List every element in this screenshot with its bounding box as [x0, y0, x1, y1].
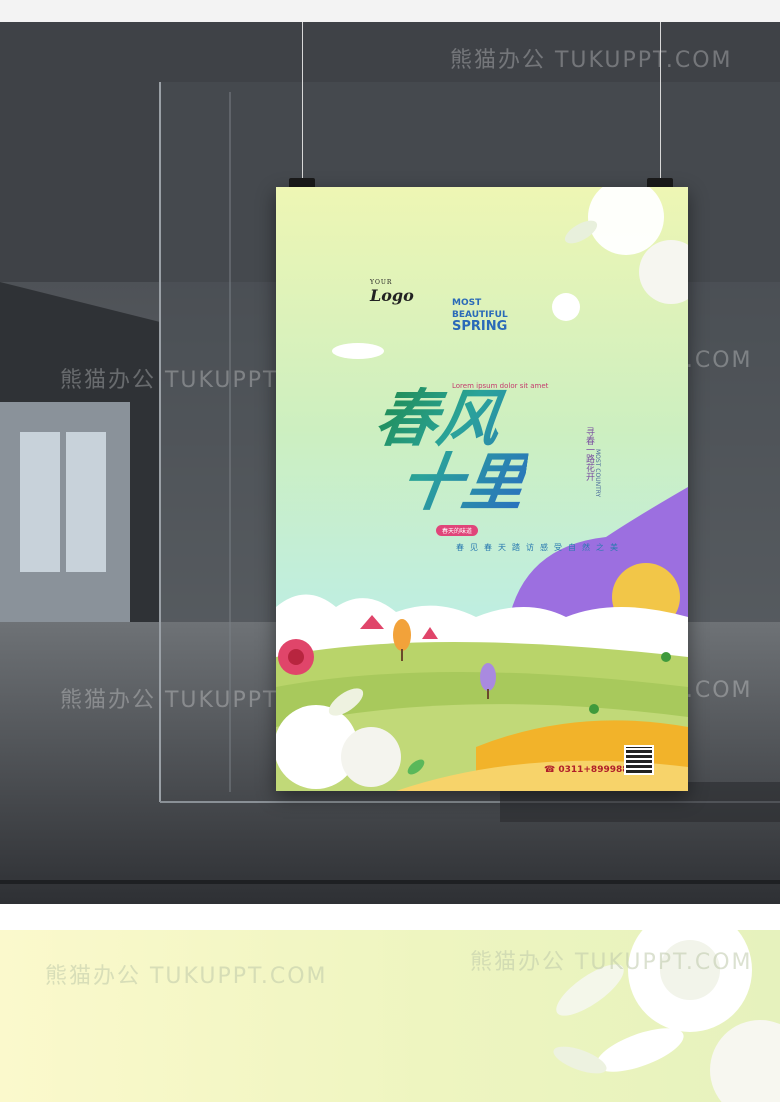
watermark: 熊猫办公 TUKUPPT.COM	[470, 950, 753, 975]
side-vertical-text: 寻春一路花开	[584, 427, 594, 481]
watermark: 熊猫办公 TUKUPPT.COM	[45, 964, 328, 989]
title-row-1: 春风	[370, 382, 505, 455]
section-gap	[0, 904, 780, 930]
hanging-wire-right	[660, 22, 661, 180]
hanging-wire-left	[302, 22, 303, 180]
title-row-2: 十里	[395, 446, 530, 519]
watermark: 熊猫办公 TUKUPPT.COM	[450, 48, 733, 73]
top-margin-strip	[0, 0, 780, 22]
tag-pill: 春天的味道	[436, 525, 479, 536]
english-heading: MOST BEAUTIFUL SPRING	[452, 297, 508, 333]
poster-detail-crop: 熊猫办公 TUKUPPT.COM 熊猫办公 TUKUPPT.COM	[0, 930, 780, 1102]
office-mockup-background: 熊猫办公 TUKUPPT.COM 熊猫办公 TUKUPPT.COM 熊猫办公 T…	[0, 22, 780, 904]
english-line-3: SPRING	[452, 319, 508, 334]
logo-text: Logo	[370, 286, 414, 305]
tagline: 春见春天踏访感受自然之美	[456, 543, 624, 552]
qr-code-icon	[624, 745, 654, 775]
logo-small-text: YOUR	[370, 279, 393, 286]
english-line-1: MOST	[452, 298, 482, 308]
side-vertical-subtext: MOST COUNTRY	[594, 449, 601, 498]
main-title: 春风 十里	[362, 387, 538, 515]
spring-poster: YOUR Logo MOST BEAUTIFUL SPRING Lorem ip…	[276, 187, 688, 791]
poster-logo: YOUR Logo	[370, 279, 414, 305]
